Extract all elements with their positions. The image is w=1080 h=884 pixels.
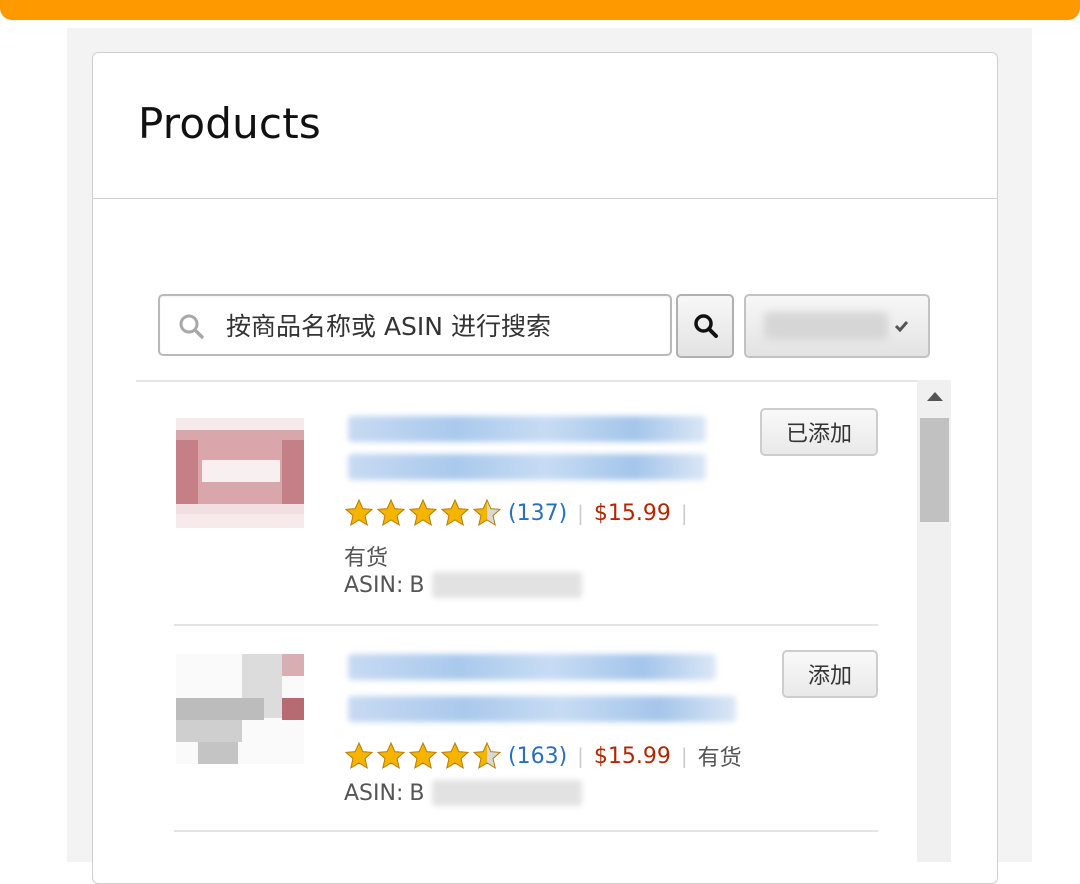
stock-status: 有货 [697, 746, 742, 771]
chevron-down-icon [894, 321, 909, 333]
stock-status-row: 有货 [344, 540, 388, 572]
asin-row: ASIN: B [344, 780, 583, 806]
asin-row: ASIN: B [344, 572, 583, 598]
asin-prefix: B [409, 780, 425, 806]
review-count-link[interactable]: (137) [508, 501, 567, 526]
product-meta: (137) | $15.99 | [344, 498, 698, 528]
asin-value [432, 572, 583, 598]
asin-prefix: B [409, 572, 425, 598]
rating-stars[interactable] [344, 741, 504, 771]
search-icon [178, 313, 204, 343]
panel-header: Products [93, 53, 997, 199]
product-thumbnail[interactable] [176, 418, 304, 528]
filter-dropdown[interactable] [744, 294, 930, 358]
product-title-line-2[interactable] [348, 454, 706, 480]
product-price: $15.99 [593, 500, 671, 526]
top-accent-bar [0, 0, 1080, 20]
list-scrollbar[interactable] [917, 380, 951, 862]
scroll-up-arrow-icon[interactable] [927, 392, 943, 401]
product-thumbnail[interactable] [176, 654, 304, 764]
asin-value [432, 780, 583, 806]
search-field[interactable] [158, 294, 672, 356]
filter-selected-value [764, 312, 888, 340]
product-title-line-2[interactable] [348, 696, 736, 722]
product-meta: (163) | $15.99 | 有货 [344, 740, 742, 772]
product-title-line-1[interactable] [348, 654, 716, 680]
search-button[interactable] [676, 294, 734, 358]
stock-status: 有货 [344, 546, 389, 571]
list-item: (137) | $15.99 | 有货 ASIN: B 已添加 [174, 404, 914, 626]
product-price: $15.99 [593, 743, 671, 769]
item-divider [174, 830, 878, 832]
search-input[interactable] [224, 306, 658, 346]
scrollbar-thumb[interactable] [920, 418, 949, 522]
added-button[interactable]: 已添加 [760, 408, 878, 456]
item-divider [174, 624, 878, 626]
product-title-line-1[interactable] [348, 416, 706, 442]
asin-label: ASIN: [344, 780, 404, 806]
rating-stars[interactable] [344, 498, 504, 528]
search-icon [694, 314, 718, 338]
list-item: (163) | $15.99 | 有货 ASIN: B 添加 [174, 646, 914, 836]
product-list[interactable]: (137) | $15.99 | 有货 ASIN: B 已添加 (163) | … [136, 380, 951, 864]
page-title: Products [138, 99, 321, 148]
add-button[interactable]: 添加 [782, 650, 878, 698]
review-count-link[interactable]: (163) [508, 744, 567, 769]
asin-label: ASIN: [344, 572, 404, 598]
